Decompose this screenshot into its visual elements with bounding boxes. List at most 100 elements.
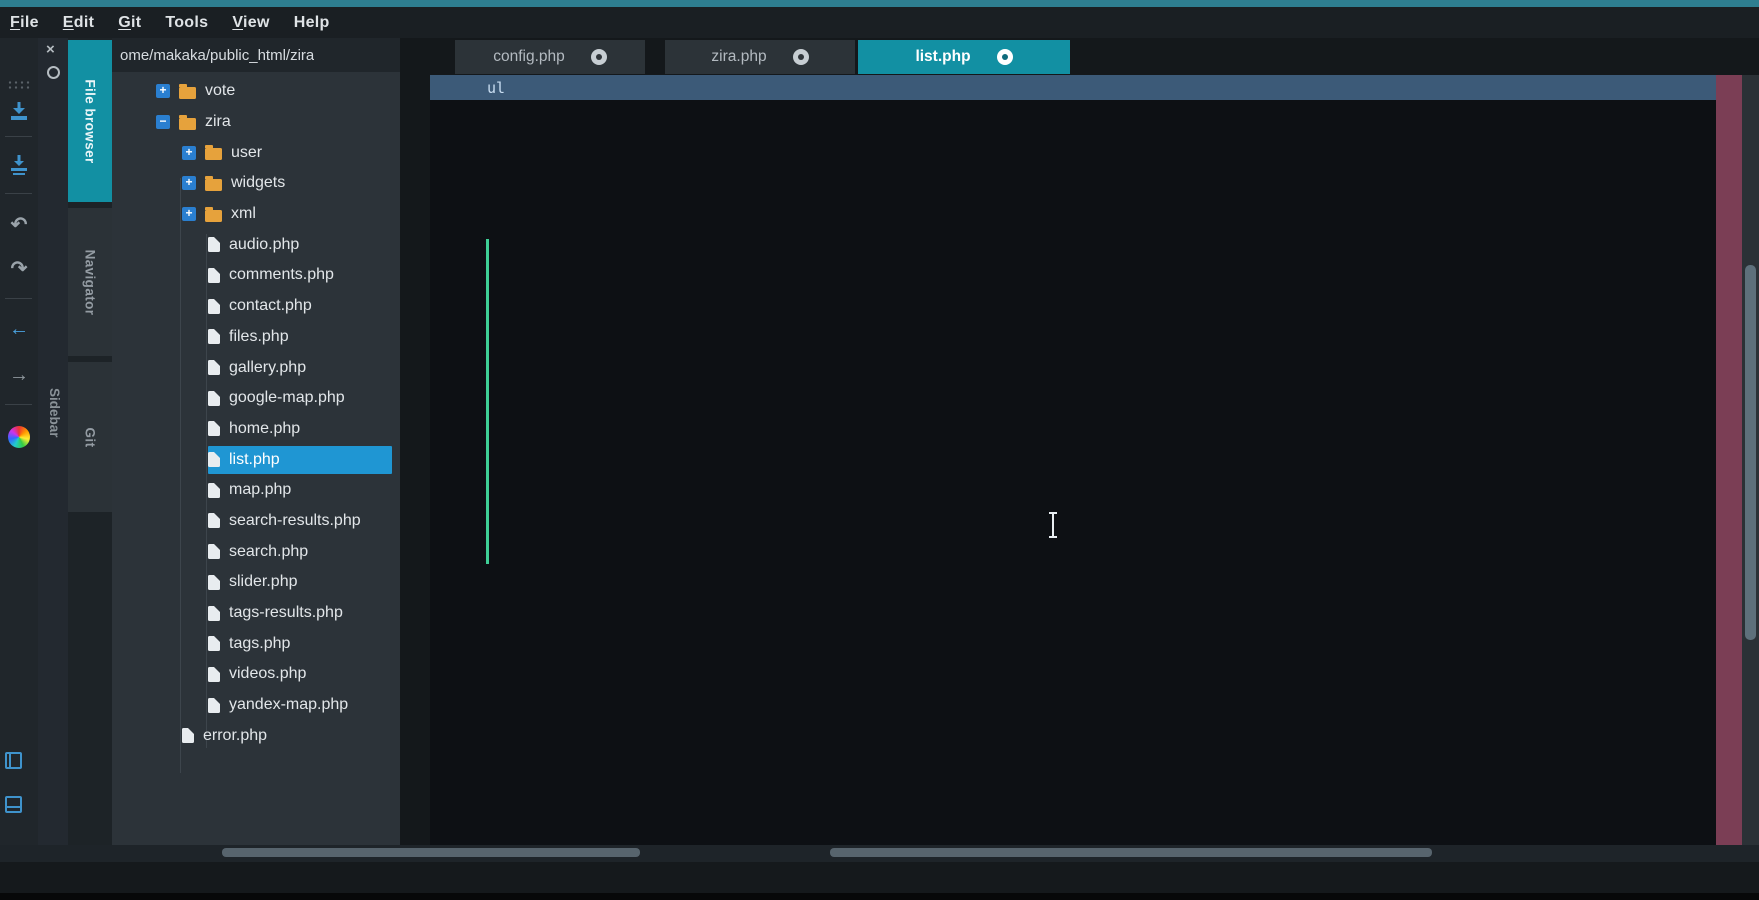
toolbar-divider xyxy=(5,136,32,137)
file-icon xyxy=(208,329,220,344)
panel-left-icon[interactable] xyxy=(5,752,22,769)
tree-folder-zira[interactable]: −zira xyxy=(112,107,400,138)
file-icon xyxy=(208,237,220,252)
mouse-cursor-ibeam xyxy=(1052,512,1054,538)
sidebar-tab-navigator[interactable]: Navigator xyxy=(68,208,112,356)
editor-hscrollbar-thumb[interactable] xyxy=(830,848,1432,857)
tree-item-slider-php[interactable]: slider.php xyxy=(112,567,400,598)
tree-item-videos-php[interactable]: videos.php xyxy=(112,659,400,690)
code-editor[interactable] xyxy=(430,100,1716,845)
file-browser-panel: ome/makaka/public_html/zira + vote −zira + u… xyxy=(112,38,400,845)
tab-list-php[interactable]: list.php xyxy=(858,40,1070,74)
expander-icon[interactable]: + xyxy=(182,176,196,190)
file-icon xyxy=(208,391,220,406)
tree-item-tags-php[interactable]: tags.php xyxy=(112,628,400,659)
sidebar-tab-file-browser[interactable]: File browser xyxy=(68,40,112,202)
tree-item-error-php[interactable]: error.php xyxy=(112,720,400,751)
file-icon xyxy=(208,299,220,314)
panel-bottom-icon[interactable] xyxy=(5,796,22,813)
file-icon xyxy=(208,698,220,713)
tree-item-label: yandex-map.php xyxy=(229,696,348,714)
menu-item-help[interactable]: Help xyxy=(294,14,330,32)
toolbar-divider xyxy=(5,298,32,299)
block-indicator xyxy=(486,239,489,564)
tree-item-search-results-php[interactable]: search-results.php xyxy=(112,506,400,537)
tree-folder-user[interactable]: + user xyxy=(112,137,400,168)
tree-item-tags-results-php[interactable]: tags-results.php xyxy=(112,598,400,629)
minimap-strip[interactable] xyxy=(1716,75,1742,845)
tree-item-list-php[interactable]: list.php xyxy=(112,444,400,475)
tree-item-search-php[interactable]: search.php xyxy=(112,536,400,567)
vertical-scrollbar-thumb[interactable] xyxy=(1745,265,1756,640)
expander-icon[interactable]: + xyxy=(182,207,196,221)
folder-icon xyxy=(179,118,196,130)
tree-hscrollbar-thumb[interactable] xyxy=(222,848,640,857)
expander-icon[interactable]: + xyxy=(156,84,170,98)
toolbar-grip xyxy=(7,80,31,89)
save-icon[interactable] xyxy=(0,96,38,126)
tree-item-audio-php[interactable]: audio.php xyxy=(112,229,400,260)
tree-item-contact-php[interactable]: contact.php xyxy=(112,291,400,322)
sidebar-tab-label: File browser xyxy=(83,79,98,163)
file-icon xyxy=(208,667,220,682)
tree-item-home-php[interactable]: home.php xyxy=(112,414,400,445)
sidebar-panel-label: Sidebar xyxy=(47,388,62,438)
folder-icon xyxy=(179,87,196,99)
back-icon[interactable]: ← xyxy=(0,314,38,344)
close-icon[interactable] xyxy=(997,49,1013,65)
folder-icon xyxy=(205,179,222,191)
breadcrumb: ul xyxy=(430,75,1716,101)
expander-icon[interactable]: − xyxy=(156,115,170,129)
sidebar-tab-label: Git xyxy=(82,427,97,447)
tree-item-map-php[interactable]: map.php xyxy=(112,475,400,506)
tree-item-comments-php[interactable]: comments.php xyxy=(112,260,400,291)
undo-icon[interactable]: ↶ xyxy=(0,210,38,240)
sidebar-tab-git[interactable]: Git xyxy=(68,362,112,512)
breadcrumb-item-ul[interactable]: ul xyxy=(487,79,505,97)
tree-item-google-map-php[interactable]: google-map.php xyxy=(112,383,400,414)
color-wheel-icon[interactable] xyxy=(0,422,38,452)
menu-item-file[interactable]: File xyxy=(10,14,39,32)
file-icon xyxy=(208,360,220,375)
window-top-strip xyxy=(0,0,1759,7)
save-all-icon[interactable] xyxy=(0,150,38,180)
tree-item-label: slider.php xyxy=(229,573,298,591)
tab-label: list.php xyxy=(915,48,970,66)
tree-folder-vote[interactable]: + vote xyxy=(112,76,400,107)
tree-folder-xml[interactable]: +xml xyxy=(112,199,400,230)
tab-config-php[interactable]: config.php xyxy=(455,40,645,74)
tree-item-label: tags.php xyxy=(229,635,290,653)
close-icon[interactable] xyxy=(591,49,607,65)
tree-item-label: google-map.php xyxy=(229,389,345,407)
sidebar-close-icon[interactable]: × xyxy=(46,41,55,58)
file-icon xyxy=(208,421,220,436)
horizontal-scroll-row xyxy=(0,845,1759,862)
menu-item-tools[interactable]: Tools xyxy=(165,14,208,32)
tree-item-gallery-php[interactable]: gallery.php xyxy=(112,352,400,383)
menu-item-view[interactable]: View xyxy=(232,14,269,32)
expander-icon[interactable]: + xyxy=(182,146,196,160)
tab-zira-php[interactable]: zira.php xyxy=(665,40,855,74)
redo-icon[interactable]: ↷ xyxy=(0,254,38,284)
forward-icon[interactable]: → xyxy=(0,360,38,390)
file-icon xyxy=(208,636,220,651)
status-bar xyxy=(0,862,1759,893)
tree-folder-widgets[interactable]: +widgets xyxy=(112,168,400,199)
sidebar-detach-icon[interactable] xyxy=(47,66,60,79)
close-icon[interactable] xyxy=(793,49,809,65)
menu-item-edit[interactable]: Edit xyxy=(63,14,94,32)
tree-item-label: videos.php xyxy=(229,665,306,683)
menu-item-git[interactable]: Git xyxy=(118,14,141,32)
path-bar[interactable]: ome/makaka/public_html/zira xyxy=(112,38,400,72)
tree-item-files-php[interactable]: files.php xyxy=(112,322,400,353)
left-toolbar: ↶ ↷ ← → xyxy=(0,38,38,845)
tree-item-label: home.php xyxy=(229,420,300,438)
file-icon xyxy=(208,606,220,621)
file-icon xyxy=(208,452,220,467)
tree-item-label: files.php xyxy=(229,328,289,346)
tree-item-label: vote xyxy=(205,82,235,100)
tree-item-yandex-map-php[interactable]: yandex-map.php xyxy=(112,690,400,721)
tree-item-label: user xyxy=(231,144,262,162)
tree-item-label: error.php xyxy=(203,727,267,745)
window-bottom-strip xyxy=(0,893,1759,900)
